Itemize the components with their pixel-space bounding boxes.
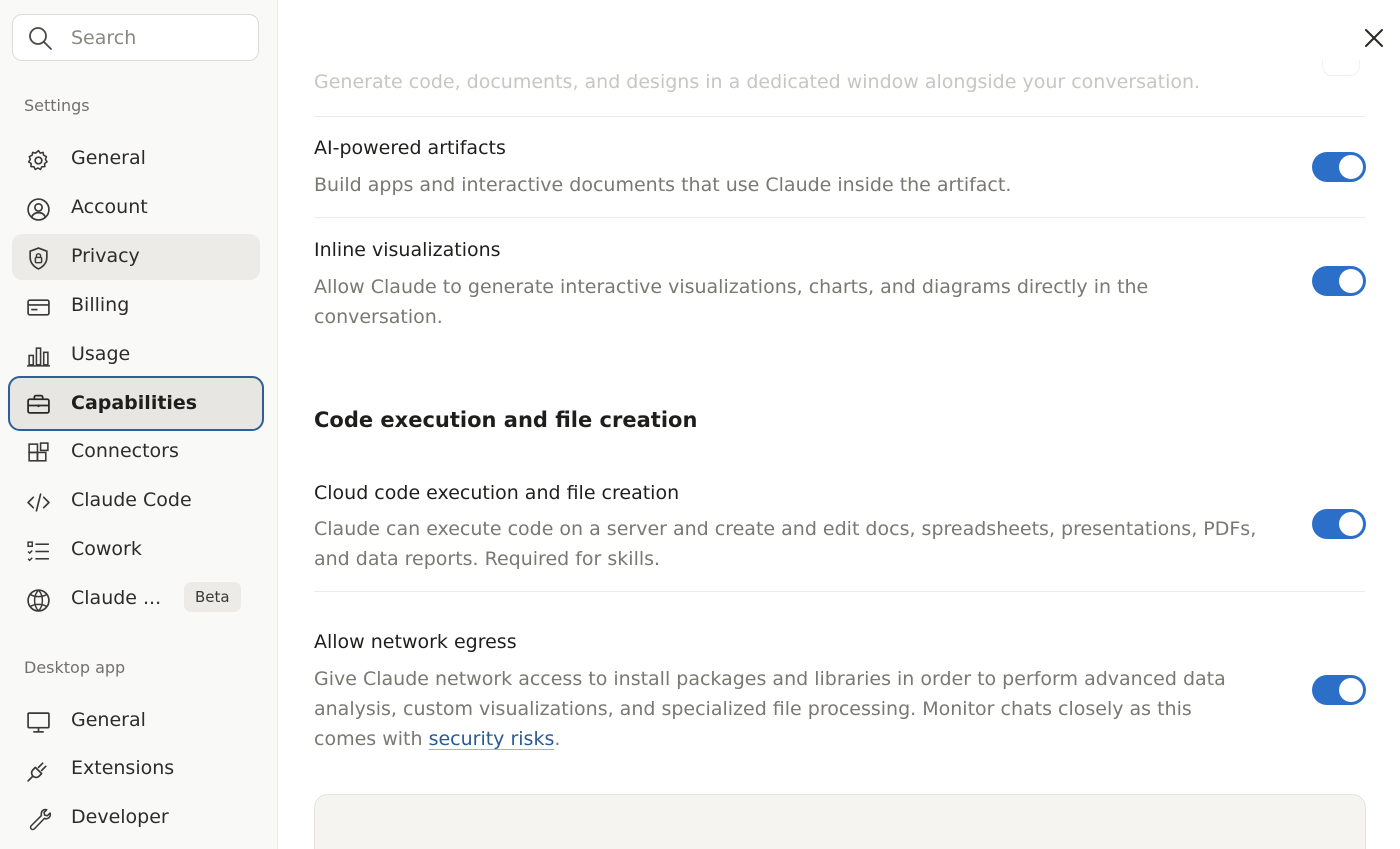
monitor-icon	[25, 709, 51, 735]
globe-icon	[25, 587, 51, 613]
settings-sidebar: Search Settings General Account Privacy …	[0, 0, 278, 849]
sidebar-item-desktop-general[interactable]: General	[12, 698, 260, 744]
domain-allowlist-card	[314, 794, 1366, 849]
toggle-ai-artifacts[interactable]	[1312, 152, 1366, 182]
toggle-knob	[1339, 155, 1363, 179]
sidebar-item-claude-browser[interactable]: Claude ... Beta	[12, 576, 260, 622]
egress-desc-suffix: .	[554, 728, 561, 750]
sidebar-item-extensions[interactable]: Extensions	[12, 746, 260, 792]
toggle-knob	[1339, 269, 1363, 293]
sidebar-item-label: General	[71, 709, 146, 731]
divider	[314, 116, 1365, 117]
sidebar-item-label: Usage	[71, 343, 131, 365]
toggle-knob	[1339, 678, 1363, 702]
toggle-network-egress[interactable]	[1312, 675, 1366, 705]
sidebar-item-capabilities[interactable]: Capabilities	[8, 376, 264, 431]
briefcase-icon	[25, 391, 51, 417]
setting-title-inline-visualizations: Inline visualizations	[314, 239, 501, 261]
wrench-icon	[25, 806, 51, 832]
sidebar-item-label: Connectors	[71, 440, 179, 462]
sidebar-item-billing[interactable]: Billing	[12, 283, 260, 329]
sidebar-item-label: Developer	[71, 806, 169, 828]
search-icon	[29, 27, 52, 50]
sidebar-item-label: Cowork	[71, 538, 142, 560]
artifacts-description: Generate code, documents, and designs in…	[314, 71, 1201, 93]
desktop-section-label: Desktop app	[24, 658, 126, 677]
toggle-cloud-code[interactable]	[1312, 509, 1366, 539]
sidebar-item-general[interactable]: General	[12, 136, 260, 182]
setting-desc-cloud-code: Claude can execute code on a server and …	[314, 518, 1257, 570]
sidebar-item-label: Capabilities	[71, 392, 198, 414]
sidebar-item-account[interactable]: Account	[12, 185, 260, 231]
divider	[314, 217, 1365, 218]
sidebar-item-claude-code[interactable]: Claude Code	[12, 478, 260, 524]
shield-lock-icon	[25, 245, 51, 271]
artifacts-toggle-partial[interactable]	[1322, 60, 1360, 76]
plug-icon	[25, 757, 51, 783]
close-icon[interactable]	[1362, 26, 1386, 50]
sidebar-item-connectors[interactable]: Connectors	[12, 429, 260, 475]
sidebar-item-usage[interactable]: Usage	[12, 332, 260, 378]
setting-desc-inline-visualizations: Allow Claude to generate interactive vis…	[314, 276, 1149, 328]
code-icon	[25, 489, 51, 515]
toggle-knob	[1339, 512, 1363, 536]
sidebar-item-label: Claude ...	[71, 587, 162, 609]
sidebar-item-label: Extensions	[71, 757, 175, 779]
blocks-icon	[25, 440, 51, 466]
search-box[interactable]: Search	[12, 14, 259, 61]
toggle-inline-visualizations[interactable]	[1312, 266, 1366, 296]
sidebar-item-label: Claude Code	[71, 489, 192, 511]
sidebar-item-privacy[interactable]: Privacy	[12, 234, 260, 280]
sidebar-item-label: Billing	[71, 294, 130, 316]
section-title-code-execution: Code execution and file creation	[314, 408, 698, 432]
bar-chart-icon	[25, 343, 51, 369]
sidebar-item-label: General	[71, 147, 146, 169]
settings-section-label: Settings	[24, 96, 90, 115]
setting-title-network-egress: Allow network egress	[314, 631, 517, 653]
sidebar-item-cowork[interactable]: Cowork	[12, 527, 260, 573]
setting-desc-ai-artifacts: Build apps and interactive documents tha…	[314, 174, 1012, 196]
search-input[interactable]: Search	[71, 27, 136, 49]
security-risks-link[interactable]: security risks	[429, 728, 555, 750]
gear-icon	[25, 147, 51, 173]
setting-title-ai-artifacts: AI-powered artifacts	[314, 137, 506, 159]
divider	[314, 591, 1365, 592]
setting-title-cloud-code: Cloud code execution and file creation	[314, 482, 680, 504]
user-circle-icon	[25, 196, 51, 222]
sidebar-item-label: Privacy	[71, 245, 140, 267]
sidebar-item-developer[interactable]: Developer	[12, 795, 260, 841]
credit-card-icon	[25, 294, 51, 320]
beta-badge: Beta	[184, 582, 241, 612]
setting-desc-network-egress: Give Claude network access to install pa…	[314, 664, 1244, 754]
sidebar-item-label: Account	[71, 196, 148, 218]
checklist-icon	[25, 538, 51, 564]
